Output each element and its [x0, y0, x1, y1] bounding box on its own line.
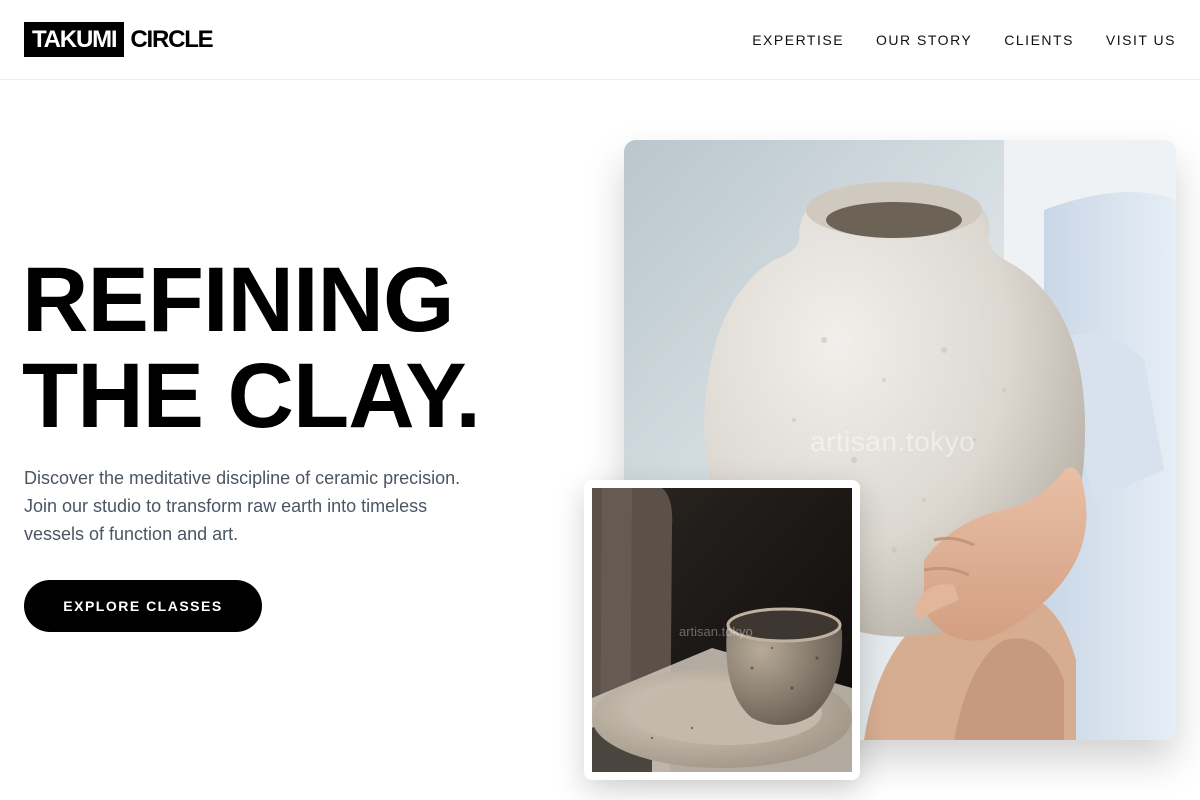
- inset-image-watermark: artisan.tokyo: [679, 624, 753, 639]
- main-image-watermark: artisan.tokyo: [810, 426, 976, 457]
- nav-link-our-story[interactable]: OUR STORY: [876, 31, 972, 49]
- hero-description: Discover the meditative discipline of ce…: [24, 468, 461, 544]
- nav-link-expertise[interactable]: EXPERTISE: [752, 31, 844, 49]
- nav-link-clients[interactable]: CLIENTS: [1004, 31, 1074, 49]
- explore-classes-button[interactable]: EXPLORE CLASSES: [24, 580, 262, 632]
- hero-title-line-1: REFINING: [22, 249, 455, 351]
- logo[interactable]: TAKUMI CIRCLE: [24, 22, 214, 57]
- inset-image-frame: artisan.tokyo: [584, 480, 860, 780]
- logo-text: CIRCLE: [130, 25, 213, 53]
- logo-box-text: TAKUMI: [24, 22, 125, 57]
- hero-title: REFINING THE CLAY.: [22, 252, 582, 444]
- main-nav: EXPERTISE OUR STORY CLIENTS VISIT US: [752, 31, 1176, 49]
- inset-image-cup: artisan.tokyo: [592, 488, 852, 772]
- hero-title-line-2: THE CLAY.: [22, 345, 481, 447]
- nav-link-visit-us[interactable]: VISIT US: [1106, 31, 1176, 49]
- site-header: TAKUMI CIRCLE EXPERTISE OUR STORY CLIENT…: [0, 0, 1200, 80]
